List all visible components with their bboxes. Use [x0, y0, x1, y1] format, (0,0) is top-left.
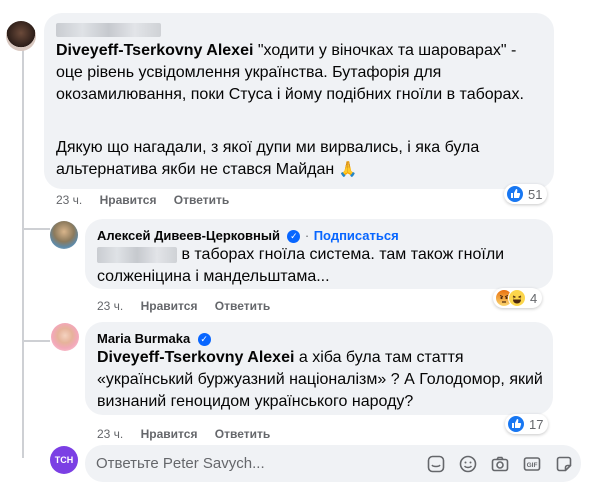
comment2-time[interactable]: 23 ч.	[97, 299, 123, 313]
like-button[interactable]: Нравится	[141, 427, 198, 441]
comment3-time[interactable]: 23 ч.	[97, 427, 123, 441]
verified-badge-icon: ✓	[287, 230, 301, 243]
like-button[interactable]: Нравится	[141, 299, 198, 313]
like-icon	[507, 415, 525, 433]
comment1-tag[interactable]: Diveyeff-Tserkovny Alexei	[56, 42, 253, 59]
avatar-comment1[interactable]	[6, 21, 36, 51]
comment1-reaction-count: 51	[528, 186, 543, 202]
comment1-reactions[interactable]: 51	[504, 184, 548, 204]
tsn-avatar[interactable]: ТСН	[50, 446, 78, 474]
reply-button[interactable]: Ответить	[174, 193, 229, 207]
comment1-actions: 23 ч. Нравится Ответить	[56, 193, 243, 207]
blurred-text	[97, 246, 177, 263]
thread-line-branch-2	[22, 340, 50, 342]
avatar-comment2[interactable]	[50, 221, 78, 249]
pray-emoji: 🙏	[338, 161, 358, 178]
reply-input[interactable]: Ответьте Peter Savych... GIF	[85, 445, 581, 482]
sticker-alt-icon[interactable]	[554, 454, 574, 474]
gif-icon[interactable]: GIF	[522, 454, 542, 474]
comment2-reactions[interactable]: 4	[493, 288, 543, 308]
comment2-actions: 23 ч. Нравится Ответить	[97, 299, 284, 313]
author-name-blurred[interactable]	[56, 22, 161, 37]
comment2-text: в таборах гноїла система. там також гної…	[97, 246, 505, 285]
sticker-icon[interactable]	[426, 454, 446, 474]
comment3-bubble: Maria Burmaka ✓ Diveyeff-Tserkovny Alexe…	[85, 322, 553, 415]
reply-button[interactable]: Ответить	[215, 427, 270, 441]
comment3-author[interactable]: Maria Burmaka	[97, 331, 190, 346]
camera-icon[interactable]	[490, 454, 510, 474]
comment1-text: Diveyeff-Tserkovny Alexei "ходити у віно…	[56, 40, 546, 106]
comment3-actions: 23 ч. Нравится Ответить	[97, 427, 284, 441]
reply-placeholder: Ответьте Peter Savych...	[96, 455, 265, 472]
svg-text:GIF: GIF	[527, 462, 538, 469]
comment2-bubble: Алексей Дивеев-Церковный ✓ · Подписаться…	[85, 219, 553, 289]
verified-badge-icon: ✓	[197, 333, 211, 346]
emoji-icon[interactable]	[458, 454, 478, 474]
like-icon	[506, 185, 524, 203]
follow-button[interactable]: Подписаться	[314, 228, 399, 243]
comment3-tag[interactable]: Diveyeff-Tserkovny Alexei	[97, 349, 294, 366]
comment1-bubble: Diveyeff-Tserkovny Alexei "ходити у віно…	[44, 13, 554, 189]
thread-line-branch-1	[22, 228, 50, 230]
thread-line-main	[22, 50, 24, 458]
comment1-time[interactable]: 23 ч.	[56, 193, 82, 207]
comment3-reactions[interactable]: 17	[505, 414, 549, 434]
like-button[interactable]: Нравится	[100, 193, 157, 207]
comment3-text: Diveyeff-Tserkovny Alexei а хіба була та…	[97, 349, 543, 410]
comment3-reaction-count: 17	[529, 416, 544, 432]
haha-icon	[508, 289, 526, 307]
reply-button[interactable]: Ответить	[215, 299, 270, 313]
comment1-paragraph2: Дякую що нагадали, з якої дупи ми вирвал…	[56, 139, 480, 178]
comment2-reaction-count: 4	[530, 290, 538, 306]
avatar-comment3[interactable]	[51, 323, 79, 351]
comment2-author[interactable]: Алексей Дивеев-Церковный	[97, 228, 280, 243]
